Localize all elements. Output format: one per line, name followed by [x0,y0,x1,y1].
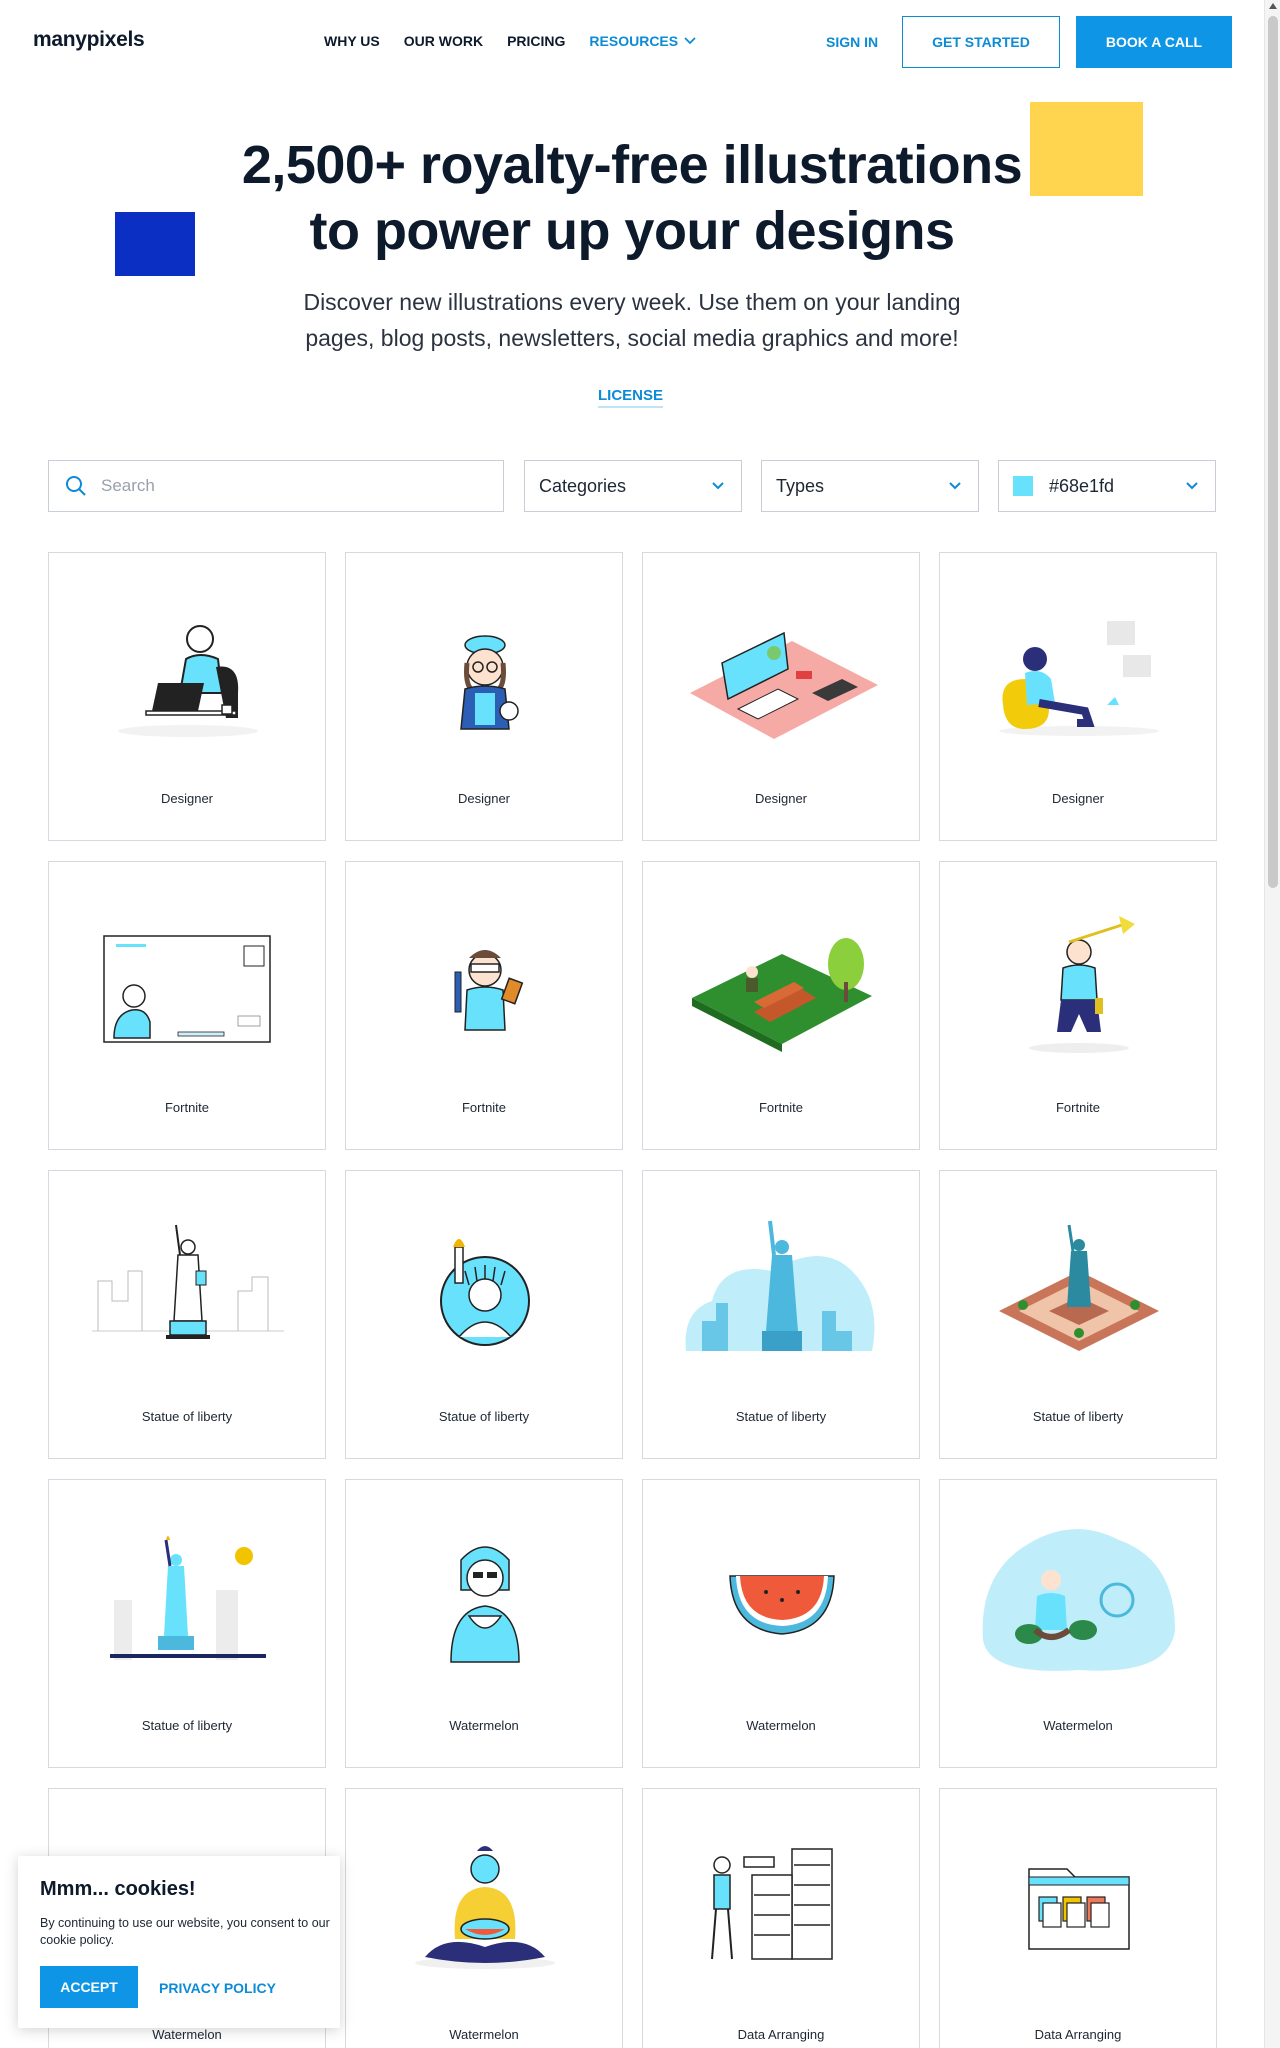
illustration-title: Data Arranging [1034,2027,1122,2042]
nav-resources-label: RESOURCES [589,33,679,49]
illustration-title: Watermelon [449,2027,519,2042]
watermelon-illustration [415,1846,555,1969]
designer-illustration [118,625,258,737]
illustration-title: Fortnite [758,1100,804,1115]
illustration-card[interactable]: Fortnite [939,861,1217,1150]
illustration-card[interactable]: Fortnite [48,861,326,1150]
scroll-up-arrow-icon[interactable] [1269,3,1277,9]
chevron-down-icon [1186,482,1198,490]
cookie-title: Mmm... cookies! [40,1878,196,1900]
designer-illustration [999,621,1159,736]
illustration-card[interactable]: Statue of liberty [939,1170,1217,1459]
illustration-title: Watermelon [746,1718,816,1733]
hero-title: 2,500+ royalty-free illustrations to pow… [140,132,1124,264]
illustration-title: Designer [754,791,808,806]
cookie-text: By continuing to use our website, you co… [40,1916,330,1947]
categories-select[interactable]: Categories [524,460,742,512]
illustration-card[interactable]: Watermelon [345,1788,623,2048]
search-icon [66,476,86,496]
illustration-card[interactable]: Watermelon [642,1479,920,1768]
illustration-title: Statue of liberty [141,1718,233,1733]
nav-resources[interactable]: RESOURCES [589,33,696,49]
watermelon-illustration [450,1546,520,1663]
watermelon-illustration [729,1575,835,1635]
color-select[interactable]: #68e1fd [998,460,1216,512]
get-started-button[interactable]: GET STARTED [902,16,1060,68]
illustration-card[interactable]: Data Arranging [642,1788,920,2048]
illustration-card[interactable]: Watermelon [939,1479,1217,1768]
illustration-title: Designer [1051,791,1105,806]
hero-subtitle: Discover new illustrations every week. U… [240,284,1024,356]
illustration-card[interactable]: Fortnite [345,861,623,1150]
accept-cookies-button[interactable]: ACCEPT [40,1966,138,2008]
illustration-title: Watermelon [1043,1718,1113,1733]
illustration-card[interactable]: Designer [345,552,623,841]
nav-why-us[interactable]: WHY US [324,33,380,49]
illustration-title: Statue of liberty [1032,1409,1124,1424]
chevron-down-icon [684,37,696,45]
designer-illustration [690,631,878,739]
chevron-down-icon [949,482,961,490]
illustration-card[interactable]: Data Arranging [939,1788,1217,2048]
data-arranging-illustration [711,1848,833,1960]
book-call-button[interactable]: BOOK A CALL [1076,16,1232,68]
main-nav: WHY US OUR WORK PRICING RESOURCES [324,33,696,49]
hero-title-line2: to power up your designs [309,201,955,261]
statue-of-liberty-illustration [440,1239,530,1346]
data-arranging-illustration [1028,1868,1130,1950]
designer-illustration [460,635,519,730]
illustration-title: Data Arranging [737,2027,825,2042]
hero-subtitle-line2: pages, blog posts, newsletters, social m… [305,325,959,351]
statue-of-liberty-illustration [685,1220,875,1351]
illustration-card[interactable]: Designer [48,552,326,841]
categories-select-label: Categories [539,475,627,496]
illustration-title: Watermelon [152,2027,222,2042]
illustration-title: Watermelon [449,1718,519,1733]
color-swatch [1013,476,1033,496]
illustration-title: Statue of liberty [438,1409,530,1424]
statue-of-liberty-illustration [92,1224,284,1339]
scroll-thumb[interactable] [1268,16,1278,888]
color-select-value: #68e1fd [1049,475,1115,496]
nav-our-work[interactable]: OUR WORK [404,33,483,49]
illustration-title: Designer [160,791,214,806]
fortnite-illustration [454,950,524,1031]
illustration-card[interactable]: Statue of liberty [48,1170,326,1459]
illustration-title: Statue of liberty [735,1409,827,1424]
illustration-title: Fortnite [461,1100,507,1115]
illustration-title: Designer [457,791,511,806]
illustration-card[interactable]: Designer [642,552,920,841]
types-select[interactable]: Types [761,460,979,512]
types-select-label: Types [776,475,825,496]
hero-title-line1: 2,500+ royalty-free illustrations [241,135,1023,195]
sign-in-link[interactable]: SIGN IN [826,34,878,50]
fortnite-illustration [692,938,872,1052]
fortnite-illustration [103,935,271,1043]
watermelon-illustration [982,1529,1175,1671]
page-scrollbar[interactable] [1264,0,1280,2048]
illustration-card[interactable]: Fortnite [642,861,920,1150]
license-link[interactable]: LICENSE [598,387,664,408]
search-input[interactable] [101,476,461,496]
illustration-title: Fortnite [1055,1100,1101,1115]
statue-of-liberty-illustration [110,1536,266,1660]
statue-of-liberty-illustration [999,1224,1159,1351]
search-box[interactable] [48,460,504,512]
illustration-title: Statue of liberty [141,1409,233,1424]
illustration-card[interactable]: Statue of liberty [48,1479,326,1768]
nav-pricing[interactable]: PRICING [507,33,565,49]
illustration-card[interactable]: Statue of liberty [642,1170,920,1459]
illustration-card[interactable]: Watermelon [345,1479,623,1768]
chevron-down-icon [712,482,724,490]
illustration-title: Fortnite [164,1100,210,1115]
site-header: manypixels WHY US OUR WORK PRICING RESOU… [0,0,1264,84]
hero-subtitle-line1: Discover new illustrations every week. U… [303,289,961,315]
cookie-banner: Mmm... cookies! By continuing to use our… [18,1856,340,2028]
fortnite-illustration [1029,916,1135,1053]
illustration-card[interactable]: Statue of liberty [345,1170,623,1459]
illustration-card[interactable]: Designer [939,552,1217,841]
privacy-policy-link[interactable]: PRIVACY POLICY [159,1980,276,1996]
logo[interactable]: manypixels [33,28,145,52]
